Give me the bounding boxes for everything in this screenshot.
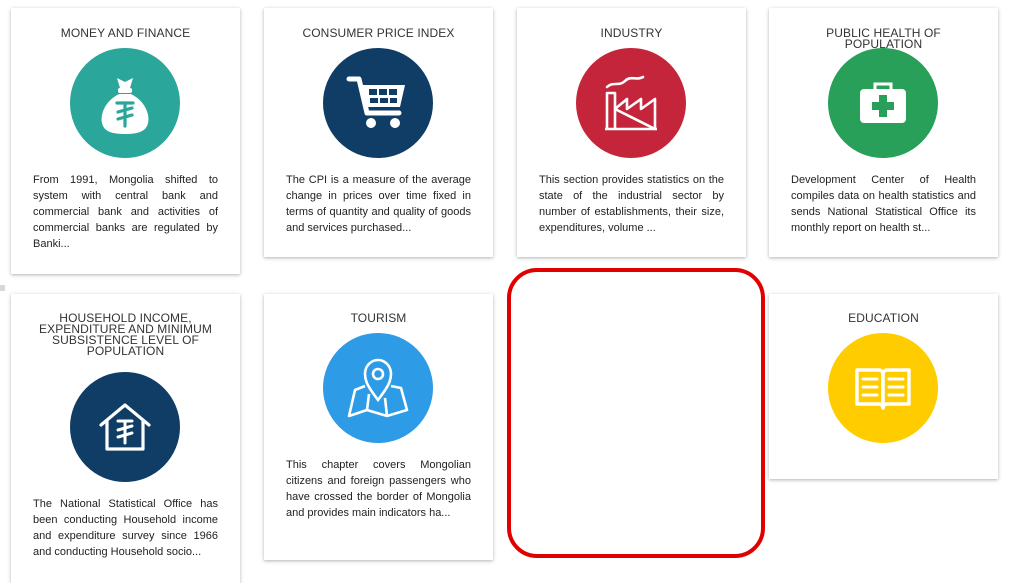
card-title: INDUSTRY	[600, 26, 663, 40]
category-card-consumer-price-index[interactable]: CONSUMER PRICE INDEX The CPI is a measur…	[264, 8, 493, 257]
shopping-cart-icon	[323, 48, 433, 158]
card-description: The National Statistical Office has been…	[33, 498, 218, 559]
category-card-industry[interactable]: INDUSTRY This section provides statistic…	[517, 8, 746, 257]
card-description: This chapter covers Mongolian citizens a…	[286, 459, 471, 520]
category-card-education[interactable]: EDUCATION	[769, 294, 998, 479]
house-tugrik-icon	[70, 372, 180, 482]
open-book-icon	[828, 333, 938, 443]
card-description: From 1991, Mongolia shifted to system wi…	[33, 174, 218, 251]
card-title: PUBLIC HEALTH OF POPULATION	[826, 26, 941, 51]
category-card-money-finance[interactable]: MONEY AND FINANCE From 1991, Mongolia sh…	[11, 8, 240, 274]
money-bag-icon	[70, 48, 180, 158]
card-title: TOURISM	[350, 311, 407, 325]
category-card-household-income[interactable]: HOUSEHOLD INCOME, EXPENDITURE AND MINIMU…	[11, 294, 240, 583]
factory-icon	[576, 48, 686, 158]
card-title: CONSUMER PRICE INDEX	[302, 26, 455, 40]
card-title: MONEY AND FINANCE	[60, 26, 191, 40]
category-card-public-health[interactable]: PUBLIC HEALTH OF POPULATION Development …	[769, 8, 998, 257]
card-description: Development Center of Health compiles da…	[791, 174, 976, 235]
card-description: The CPI is a measure of the average chan…	[286, 174, 471, 235]
left-edge-marker	[0, 285, 5, 291]
highlight-annotation	[507, 268, 765, 558]
card-title: EDUCATION	[848, 311, 919, 325]
map-pin-icon	[323, 333, 433, 443]
category-card-tourism[interactable]: TOURISM This chapter covers Mongolian ci…	[264, 294, 493, 560]
medical-kit-icon	[828, 48, 938, 158]
card-title: HOUSEHOLD INCOME, EXPENDITURE AND MINIMU…	[39, 311, 212, 358]
card-description: This section provides statistics on the …	[539, 174, 724, 235]
